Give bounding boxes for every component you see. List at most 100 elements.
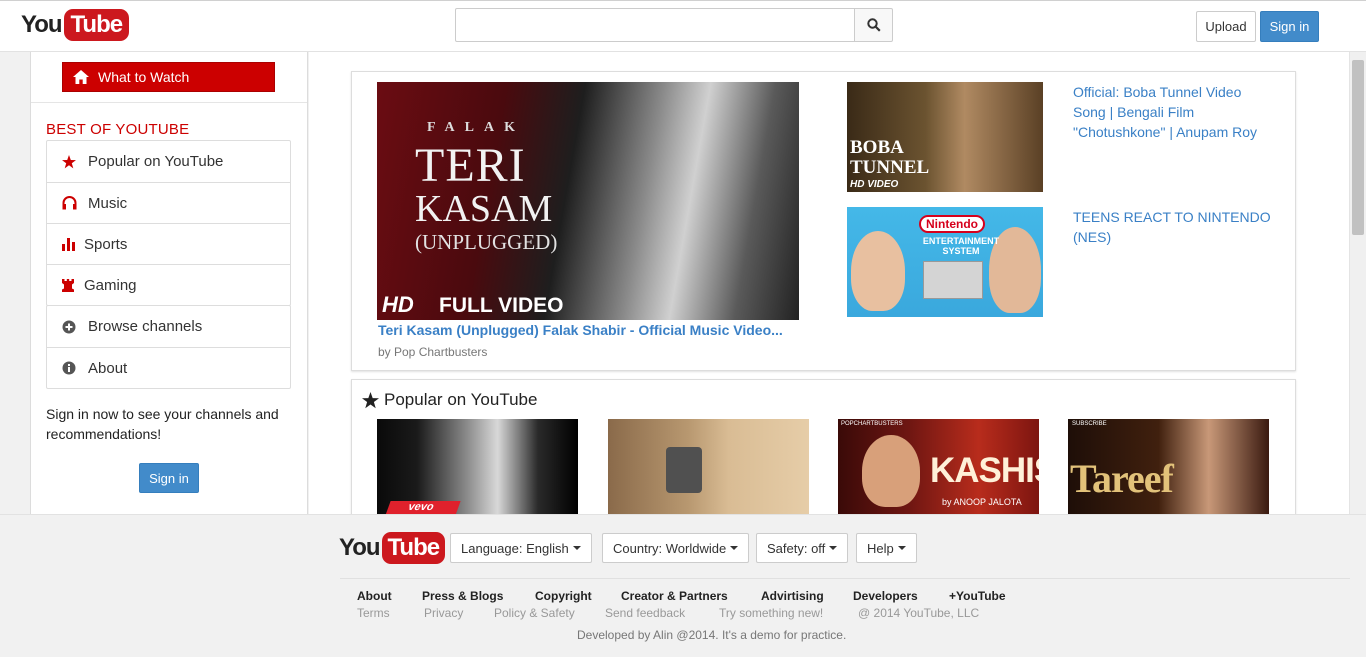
featured-video-thumbnail[interactable]: FALAK TERI KASAM (UNPLUGGED) HD FULL VID…: [377, 82, 799, 320]
upload-button[interactable]: Upload: [1196, 11, 1256, 42]
footer-link-press-blogs[interactable]: Press & Blogs: [422, 589, 503, 603]
sidebar-item-browse-channels[interactable]: Browse channels: [47, 306, 290, 347]
thumb-text: by ANOOP JALOTA: [942, 497, 1022, 507]
sidebar: What to Watch BEST OF YOUTUBE Popular on…: [30, 52, 308, 514]
logo-tube-text: Tube: [381, 532, 446, 564]
thumb-text: vevo: [383, 501, 461, 514]
featured-videos-panel: FALAK TERI KASAM (UNPLUGGED) HD FULL VID…: [351, 71, 1296, 371]
sidebar-item-label: Sports: [84, 235, 128, 253]
logo-tube-text: Tube: [63, 9, 130, 41]
thumb-figure: [666, 447, 702, 493]
thumb-text: (UNPLUGGED): [415, 230, 558, 254]
thumb-text: POPCHARTBUSTERS: [841, 421, 903, 427]
logo-you-text: You: [21, 11, 63, 38]
caret-down-icon: [572, 546, 581, 550]
popular-section-title: Popular on YouTube: [384, 390, 538, 409]
sidebar-item-label: Gaming: [84, 276, 137, 294]
dropdown-label: Language: English: [461, 540, 569, 556]
popular-video-thumbnail[interactable]: vevo: [377, 419, 578, 514]
sign-in-prompt: Sign in now to see your channels and rec…: [46, 406, 279, 442]
caret-down-icon: [897, 546, 906, 550]
footer-copyright-text: @ 2014 YouTube, LLC: [858, 606, 980, 620]
sign-in-button[interactable]: Sign in: [1260, 11, 1319, 42]
popular-videos-panel: Popular on YouTube vevo POPCHARTBUSTERS …: [351, 379, 1296, 514]
bar-chart-icon: [62, 237, 84, 251]
search-button[interactable]: [854, 8, 893, 42]
sidebar-secondary-list: Browse channels About: [46, 305, 291, 389]
scrollbar-thumb[interactable]: [1352, 60, 1364, 235]
side-video-title[interactable]: TEENS REACT TO NINTENDO (NES): [1073, 207, 1273, 247]
sidebar-item-gaming[interactable]: Gaming: [47, 264, 290, 305]
popular-video-thumbnail[interactable]: POPCHARTBUSTERS KASHISH by ANOOP JALOTA: [838, 419, 1039, 514]
dropdown-label: Help: [867, 540, 894, 556]
what-to-watch-button[interactable]: What to Watch: [62, 62, 275, 92]
help-dropdown[interactable]: Help: [856, 533, 917, 563]
footer-link-send-feedback[interactable]: Send feedback: [605, 606, 685, 620]
footer-link-creator-partners[interactable]: Creator & Partners: [621, 589, 728, 603]
plus-circle-icon: [62, 320, 88, 334]
popular-video-thumbnail[interactable]: [608, 419, 809, 514]
sidebar-item-label: Popular on YouTube: [88, 153, 224, 170]
footer-link-privacy[interactable]: Privacy: [424, 606, 463, 620]
thumb-text: Nintendo: [919, 215, 985, 233]
footer-link-about[interactable]: About: [357, 589, 392, 603]
what-to-watch-label: What to Watch: [98, 69, 190, 85]
best-of-youtube-heading: BEST OF YOUTUBE: [46, 121, 190, 138]
caret-down-icon: [730, 546, 739, 550]
sidebar-item-music[interactable]: Music: [47, 182, 290, 223]
thumb-text: Tareef: [1070, 456, 1174, 501]
top-header: You Tube Upload Sign in: [0, 0, 1366, 52]
language-dropdown[interactable]: Language: English: [450, 533, 592, 563]
search-input[interactable]: [455, 8, 855, 42]
footer-link-advertising[interactable]: Advirtising: [761, 589, 824, 603]
popular-section-heading: Popular on YouTube: [362, 390, 537, 410]
sidebar-item-sports[interactable]: Sports: [47, 223, 290, 264]
sidebar-sign-in-button[interactable]: Sign in: [139, 463, 199, 493]
footer-link-developers[interactable]: Developers: [853, 589, 918, 603]
youtube-logo[interactable]: You Tube: [21, 9, 130, 41]
featured-video-title[interactable]: Teri Kasam (Unplugged) Falak Shabir - Of…: [378, 322, 783, 338]
star-icon: [62, 154, 88, 169]
sidebar-divider: [31, 102, 307, 103]
page-scrollbar[interactable]: [1349, 52, 1366, 514]
thumb-text: FALAK: [427, 120, 525, 135]
thumb-text: SUBSCRIBE: [1072, 421, 1107, 427]
popular-video-thumbnail[interactable]: SUBSCRIBE Tareef: [1068, 419, 1269, 514]
star-icon: [362, 391, 379, 409]
thumb-text: KASHISH: [930, 451, 1039, 490]
footer-link-try-something-new[interactable]: Try something new!: [719, 606, 823, 620]
thumb-text: HD: [382, 292, 414, 317]
thumb-figure: [862, 435, 920, 507]
thumb-text: FULL VIDEO: [439, 294, 564, 317]
safety-dropdown[interactable]: Safety: off: [756, 533, 849, 563]
side-video-title[interactable]: Official: Boba Tunnel Video Song | Benga…: [1073, 82, 1273, 142]
logo-you-text: You: [339, 534, 381, 561]
footer-youtube-logo[interactable]: You Tube: [339, 532, 446, 564]
thumb-text-line: TUNNEL: [850, 157, 930, 178]
footer-link-copyright[interactable]: Copyright: [535, 589, 592, 603]
info-circle-icon: [62, 361, 88, 375]
footer-link-policy-safety[interactable]: Policy & Safety: [494, 606, 575, 620]
country-dropdown[interactable]: Country: Worldwide: [602, 533, 750, 563]
chess-rook-icon: [62, 278, 84, 292]
footer-link-plus-youtube[interactable]: +YouTube: [949, 589, 1006, 603]
side-video-thumbnail[interactable]: BOBA TUNNEL HD VIDEO: [847, 82, 1043, 192]
thumb-text: TERI: [415, 139, 526, 192]
thumb-text: BOBA TUNNEL: [850, 138, 929, 178]
best-of-youtube-list: Popular on YouTube Music Sports Gaming: [46, 140, 291, 306]
sidebar-item-label: About: [88, 359, 128, 377]
dropdown-label: Country: Worldwide: [613, 540, 727, 556]
side-video-thumbnail[interactable]: Nintendo ENTERTAINMENT SYSTEM: [847, 207, 1043, 317]
thumb-text: ENTERTAINMENT SYSTEM: [922, 236, 1000, 256]
thumb-text: HD VIDEO: [850, 179, 899, 190]
caret-down-icon: [829, 546, 838, 550]
thumb-console: [923, 261, 983, 299]
dropdown-label: Safety: off: [767, 540, 826, 556]
sidebar-item-about[interactable]: About: [47, 347, 290, 388]
thumb-figure: [851, 231, 905, 311]
main-content: FALAK TERI KASAM (UNPLUGGED) HD FULL VID…: [309, 52, 1349, 514]
thumb-text: KASAM: [415, 188, 553, 230]
footer-link-terms[interactable]: Terms: [357, 606, 390, 620]
sidebar-item-popular[interactable]: Popular on YouTube: [47, 141, 290, 182]
footer: You Tube Language: English Country: Worl…: [0, 514, 1366, 657]
